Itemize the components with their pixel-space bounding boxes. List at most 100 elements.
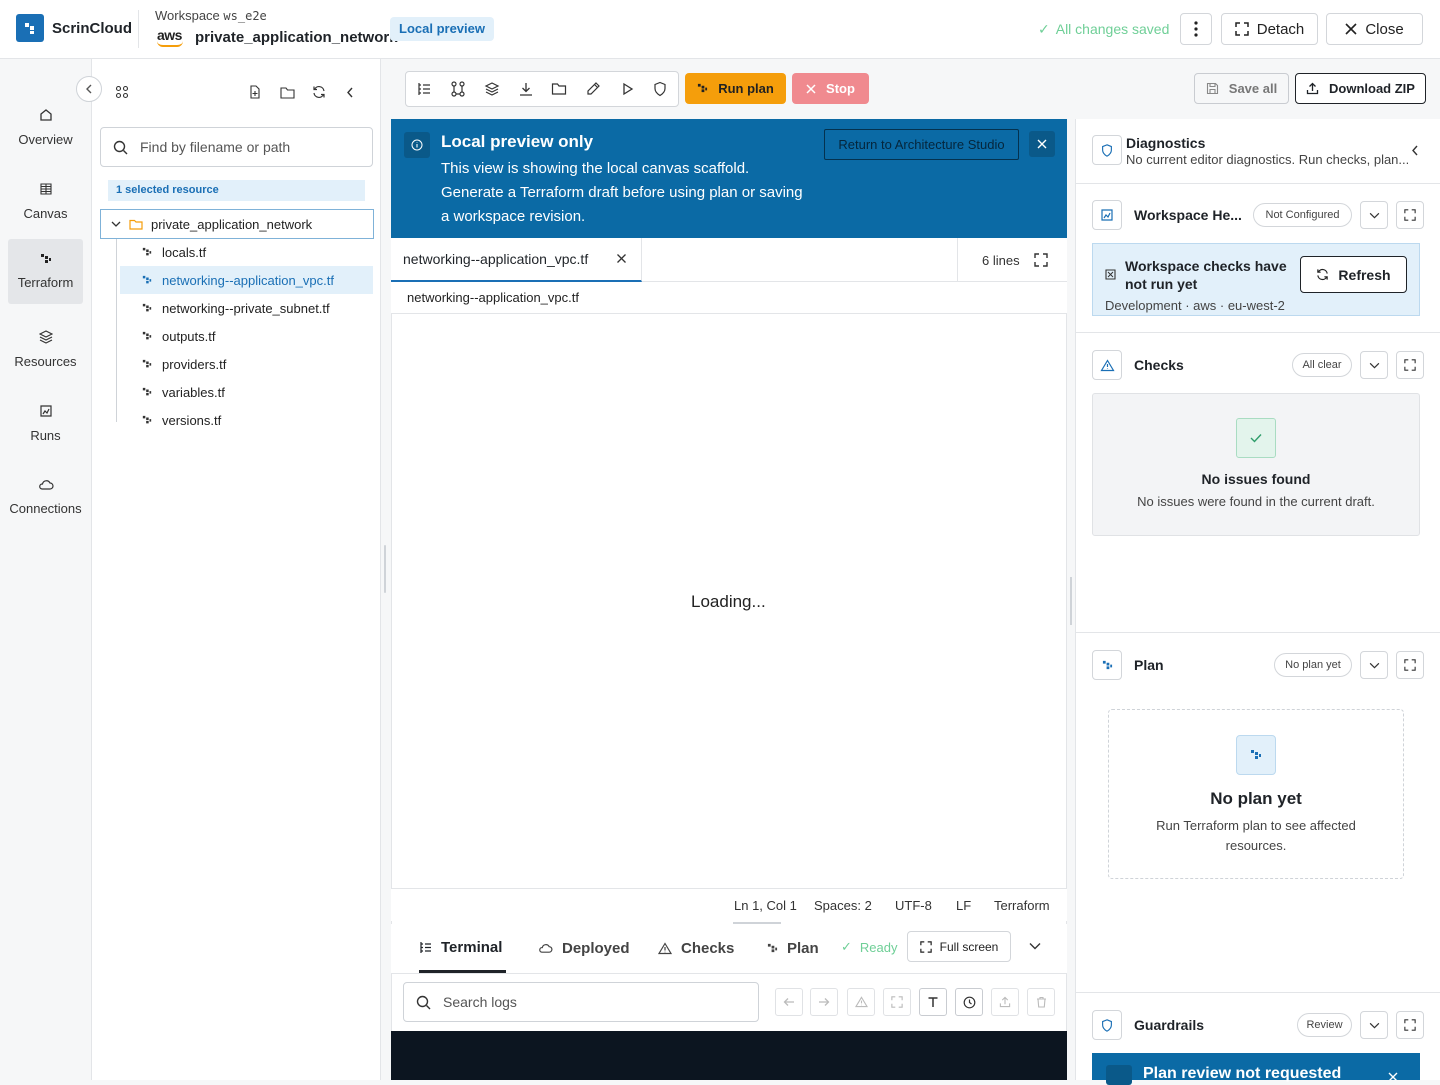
next-match-button[interactable] — [810, 988, 838, 1016]
new-folder-button[interactable] — [280, 86, 295, 99]
upload-icon — [1306, 82, 1319, 95]
log-search-input[interactable] — [443, 994, 723, 1010]
stop-button[interactable]: Stop — [792, 73, 869, 104]
banner-close-button[interactable] — [1029, 131, 1055, 157]
terminal-output[interactable] — [391, 1031, 1067, 1080]
more-menu-button[interactable] — [1180, 13, 1212, 45]
cloud-icon — [539, 944, 553, 953]
checks-toggle[interactable] — [1360, 351, 1388, 379]
refresh-icon — [1317, 268, 1329, 281]
close-button[interactable]: Close — [1326, 13, 1423, 45]
download-zip-label: Download ZIP — [1329, 81, 1415, 96]
folder-icon[interactable] — [551, 81, 567, 97]
explorer-apps-button[interactable] — [115, 85, 129, 99]
filter-warnings-button[interactable] — [847, 988, 875, 1016]
guardrails-expand[interactable] — [1396, 1011, 1424, 1039]
chevron-left-icon — [347, 87, 353, 98]
right-panel-resize-handle[interactable] — [1070, 577, 1072, 625]
expand-icon[interactable] — [1033, 253, 1048, 267]
new-file-icon — [250, 85, 260, 99]
save-all-button[interactable]: Save all — [1194, 73, 1289, 104]
tab-terminal[interactable]: Terminal — [419, 924, 506, 973]
tab-plan[interactable]: Plan — [767, 924, 819, 973]
run-plan-button[interactable]: Run plan — [685, 73, 786, 104]
chevron-down-icon — [1369, 1022, 1379, 1029]
indentation[interactable]: Spaces: 2 — [814, 898, 872, 913]
play-icon[interactable] — [619, 81, 635, 97]
workspace-health-toggle[interactable] — [1360, 201, 1388, 229]
download-zip-button[interactable]: Download ZIP — [1295, 73, 1426, 104]
clear-logs-button[interactable] — [1027, 988, 1055, 1016]
export-logs-button[interactable] — [991, 988, 1019, 1016]
new-file-button[interactable] — [248, 85, 262, 99]
cursor-position[interactable]: Ln 1, Col 1 — [734, 898, 797, 913]
close-icon[interactable] — [616, 253, 627, 264]
pencil-icon[interactable] — [585, 81, 601, 97]
tree-file-locals[interactable]: locals.tf — [120, 238, 373, 266]
language-mode[interactable]: Terraform — [994, 898, 1050, 913]
checks-expand[interactable] — [1396, 351, 1424, 379]
guardrails-toggle[interactable] — [1360, 1011, 1388, 1039]
tree-file-private-subnet[interactable]: networking--private_subnet.tf — [120, 294, 373, 322]
timestamps-button[interactable] — [955, 988, 983, 1016]
rail-item-connections[interactable]: Connections — [8, 465, 83, 529]
rail-item-overview[interactable]: Overview — [8, 95, 83, 159]
rail-item-terraform[interactable]: Terraform — [8, 239, 83, 304]
rail-item-canvas[interactable]: Canvas — [8, 169, 83, 233]
text-mode-button[interactable] — [919, 988, 947, 1016]
refresh-tree-button[interactable] — [312, 85, 326, 99]
plan-title: Plan — [1134, 657, 1164, 673]
explorer-resize-handle[interactable] — [384, 545, 386, 593]
workspace-health-expand[interactable] — [1396, 201, 1424, 229]
local-preview-badge: Local preview — [390, 17, 494, 41]
return-to-studio-button[interactable]: Return to Architecture Studio — [824, 129, 1019, 160]
close-icon[interactable] — [1388, 1072, 1398, 1080]
tree-root-folder[interactable]: private_application_network — [100, 209, 374, 239]
file-search[interactable] — [100, 127, 373, 167]
collapse-rail-button[interactable] — [76, 76, 102, 102]
rail-item-runs[interactable]: Runs — [8, 391, 83, 455]
shield-icon[interactable] — [652, 81, 668, 97]
tab-checks[interactable]: Checks — [658, 924, 734, 973]
detach-button[interactable]: Detach — [1221, 13, 1318, 45]
selected-resource-chip[interactable]: 1 selected resource — [108, 180, 365, 201]
tree-file-label: networking--application_vpc.tf — [162, 272, 334, 288]
plan-toggle[interactable] — [1360, 651, 1388, 679]
tree-file-outputs[interactable]: outputs.tf — [120, 322, 373, 350]
aws-logo-smile — [157, 41, 183, 47]
collapse-explorer-button[interactable] — [346, 87, 354, 98]
tree-file-label: variables.tf — [162, 384, 225, 400]
encoding[interactable]: UTF-8 — [895, 898, 932, 913]
expand-logs-button[interactable] — [883, 988, 911, 1016]
tree-file-application-vpc[interactable]: networking--application_vpc.tf — [120, 266, 373, 294]
tree-file-variables[interactable]: variables.tf — [120, 378, 373, 406]
collapse-diagnostics-button[interactable] — [1411, 145, 1419, 156]
terraform-file-icon — [142, 415, 152, 424]
line-count: 6 lines — [957, 238, 1067, 282]
banner-line: a workspace revision. — [441, 208, 586, 225]
tree-file-providers[interactable]: providers.tf — [120, 350, 373, 378]
tree-file-versions[interactable]: versions.tf — [120, 406, 373, 434]
full-screen-label: Full screen — [939, 939, 999, 954]
expand-icon — [1404, 659, 1416, 671]
layers-icon[interactable] — [484, 81, 500, 97]
tab-application-vpc[interactable]: networking--application_vpc.tf — [391, 238, 642, 282]
download-icon[interactable] — [518, 81, 534, 97]
refresh-button[interactable]: Refresh — [1300, 256, 1407, 293]
rail-item-resources[interactable]: Resources — [8, 317, 83, 381]
log-search[interactable] — [403, 982, 759, 1022]
file-search-input[interactable] — [140, 139, 350, 155]
banner-line: Generate a Terraform draft before using … — [441, 184, 803, 201]
graph-icon[interactable] — [450, 81, 466, 97]
terraform-icon — [698, 83, 708, 93]
breadcrumb[interactable]: networking--application_vpc.tf — [391, 282, 1067, 314]
line-ending[interactable]: LF — [956, 898, 971, 913]
plan-expand[interactable] — [1396, 651, 1424, 679]
collapse-bottom-panel-button[interactable] — [1029, 942, 1041, 950]
full-screen-button[interactable]: Full screen — [907, 931, 1011, 962]
outline-icon[interactable] — [416, 81, 432, 97]
prev-match-button[interactable] — [775, 988, 803, 1016]
rail-label: Canvas — [23, 205, 68, 221]
tab-deployed[interactable]: Deployed — [538, 924, 630, 973]
close-label: Close — [1365, 20, 1404, 38]
